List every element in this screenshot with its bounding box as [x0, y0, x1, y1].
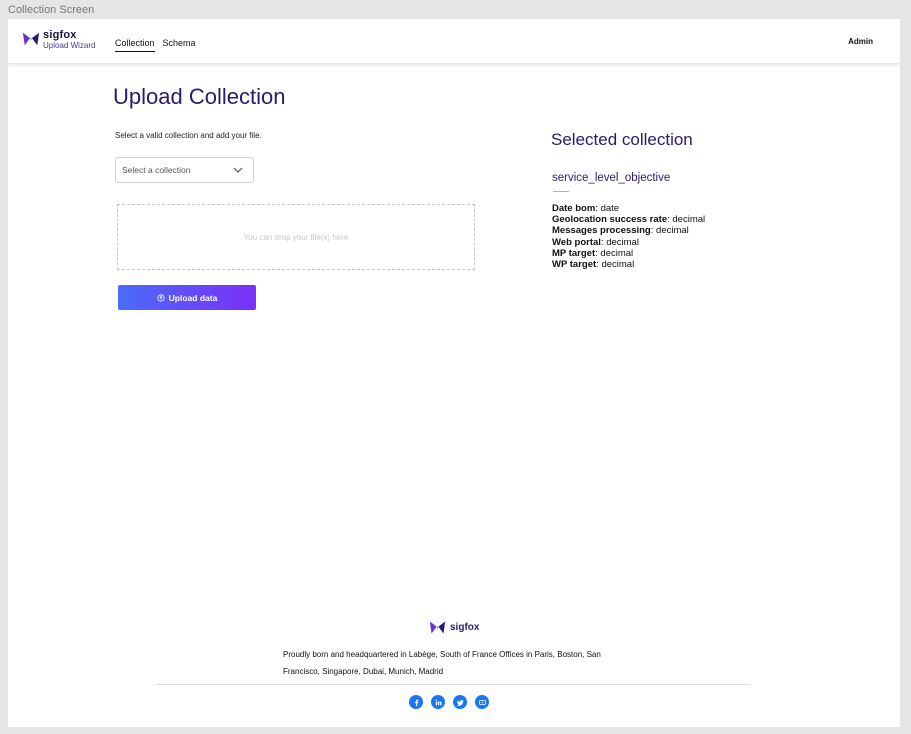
upload-data-button[interactable]: Upload data	[118, 285, 256, 310]
page-title: Upload Collection	[113, 84, 286, 109]
nav-collection[interactable]: Collection	[115, 38, 155, 52]
schema-field: MP target: decimal	[552, 247, 634, 259]
main-nav: Collection Schema	[115, 38, 196, 52]
social-links	[409, 695, 489, 709]
schema-field: Messages processing: decimal	[552, 225, 689, 237]
brand-subtitle: Upload Wizard	[43, 41, 96, 50]
footer-divider	[156, 684, 751, 685]
facebook-icon[interactable]	[409, 695, 423, 709]
logo[interactable]: sigfox Upload Wizard	[22, 30, 95, 50]
selected-collection-title: Selected collection	[551, 130, 693, 149]
top-header: sigfox Upload Wizard Collection Schema A…	[8, 19, 900, 63]
title-underline	[553, 191, 569, 192]
schema-field: Date bom: date	[552, 203, 620, 214]
dropzone-text: You can drop your file(s) here	[243, 232, 349, 242]
selected-collection-name: service_level_objective	[552, 172, 671, 184]
footer-text: Proudly born and headquartered in Labège…	[283, 650, 601, 676]
schema-field: Web portal: decimal	[552, 236, 639, 248]
nav-schema[interactable]: Schema	[163, 38, 196, 52]
schema-field: WP target: decimal	[552, 259, 635, 271]
brand-name: sigfox	[43, 29, 77, 41]
twitter-icon[interactable]	[453, 695, 467, 709]
butterfly-logo-icon	[429, 621, 446, 634]
collection-select[interactable]: Select a collection	[115, 157, 254, 183]
butterfly-logo-icon	[22, 32, 40, 46]
user-menu[interactable]: Admin	[848, 37, 873, 46]
footer-brand-name: sigfox	[450, 622, 480, 633]
upload-button-label: Upload data	[168, 292, 218, 303]
schema-field-list: Date bom: date Geolocation success rate:…	[552, 203, 705, 270]
instructions-text: Select a valid collection and add your f…	[115, 131, 262, 140]
frame-label: Collection Screen	[8, 4, 95, 16]
youtube-icon[interactable]	[475, 695, 489, 709]
collection-select-placeholder: Select a collection	[122, 165, 191, 175]
chevron-down-icon	[233, 167, 243, 173]
linkedin-icon[interactable]	[431, 695, 445, 709]
file-dropzone[interactable]: You can drop your file(s) here	[117, 204, 475, 270]
schema-field: Geolocation success rate: decimal	[552, 214, 706, 226]
app-frame: sigfox Upload Wizard Collection Schema A…	[8, 19, 900, 727]
cloud-upload-icon	[157, 293, 165, 302]
footer-logo: sigfox	[429, 619, 479, 636]
